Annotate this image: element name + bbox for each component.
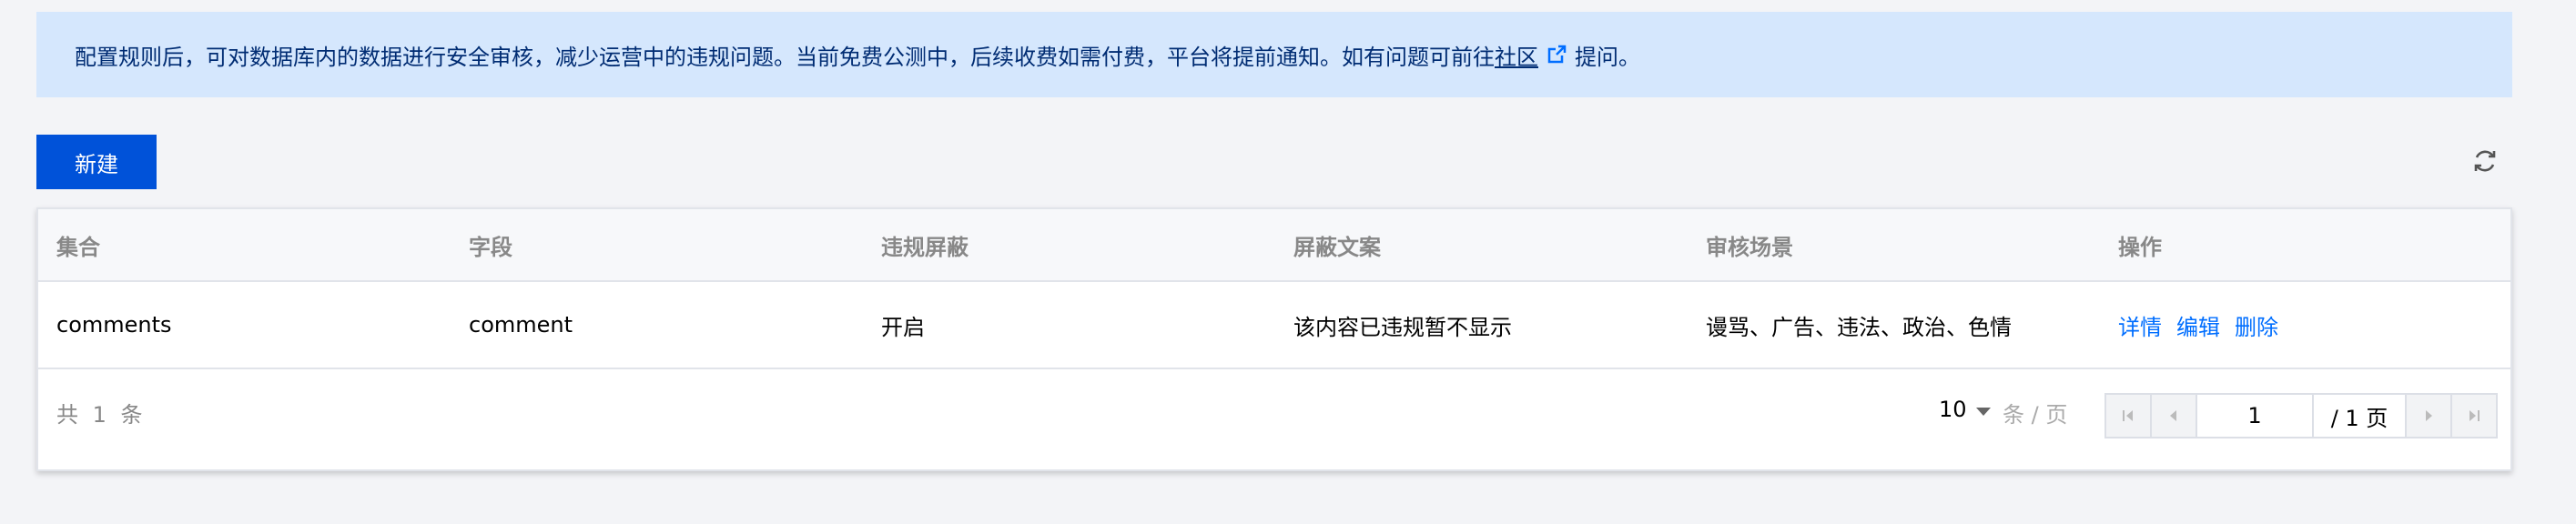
last-page-button[interactable]	[2452, 395, 2496, 437]
pagination-bar: 共 1 条 10 条 / 页 / 1 页	[38, 371, 2510, 471]
external-link-icon[interactable]	[1546, 44, 1567, 66]
cell-collection: comments	[56, 312, 172, 338]
info-banner-suffix: 提问。	[1575, 44, 1640, 70]
rules-table: 集合 字段 违规屏蔽 屏蔽文案 审核场景 操作 comments comment…	[36, 207, 2512, 471]
info-banner-text: 配置规则后，可对数据库内的数据进行安全审核，减少运营中的违规问题。当前免费公测中…	[75, 44, 1495, 70]
table-row: comments comment 开启 该内容已违规暂不显示 谩骂、广告、违法、…	[38, 282, 2510, 369]
total-count: 共 1 条	[56, 402, 143, 428]
pager: / 1 页	[2104, 393, 2498, 438]
community-link[interactable]: 社区	[1495, 39, 1538, 71]
header-scenes: 审核场景	[1706, 234, 1793, 260]
next-page-icon	[2426, 410, 2432, 421]
cell-block: 开启	[881, 314, 925, 340]
prev-page-icon	[2170, 410, 2176, 421]
new-button[interactable]: 新建	[36, 135, 157, 189]
refresh-icon[interactable]	[2470, 146, 2500, 176]
page-size-select[interactable]: 10	[1939, 397, 1991, 422]
caret-down-icon	[1975, 407, 1991, 416]
header-block: 违规屏蔽	[881, 234, 969, 260]
header-collection: 集合	[56, 234, 100, 260]
next-page-button[interactable]	[2407, 395, 2452, 437]
edit-link[interactable]: 编辑	[2176, 315, 2220, 340]
header-block-text: 屏蔽文案	[1293, 234, 1381, 260]
page-number-input[interactable]	[2197, 395, 2314, 437]
table-header-row: 集合 字段 违规屏蔽 屏蔽文案 审核场景 操作	[38, 209, 2510, 282]
last-page-icon	[2470, 410, 2480, 421]
header-actions: 操作	[2118, 234, 2162, 260]
prev-page-button[interactable]	[2152, 395, 2197, 437]
page-size-value: 10	[1939, 397, 1967, 422]
cell-block-text: 该内容已违规暂不显示	[1293, 314, 1512, 340]
first-page-icon	[2123, 410, 2133, 421]
cell-field: comment	[469, 312, 573, 338]
cell-actions: 详情 编辑 删除	[2118, 309, 2293, 341]
header-field: 字段	[469, 234, 512, 260]
first-page-button[interactable]	[2106, 395, 2152, 437]
detail-link[interactable]: 详情	[2118, 315, 2162, 340]
total-pages: / 1 页	[2314, 395, 2407, 437]
per-page-label: 条 / 页	[2003, 402, 2068, 428]
cell-scenes: 谩骂、广告、违法、政治、色情	[1706, 314, 2012, 340]
delete-link[interactable]: 删除	[2235, 315, 2278, 340]
info-banner: 配置规则后，可对数据库内的数据进行安全审核，减少运营中的违规问题。当前免费公测中…	[36, 12, 2512, 97]
